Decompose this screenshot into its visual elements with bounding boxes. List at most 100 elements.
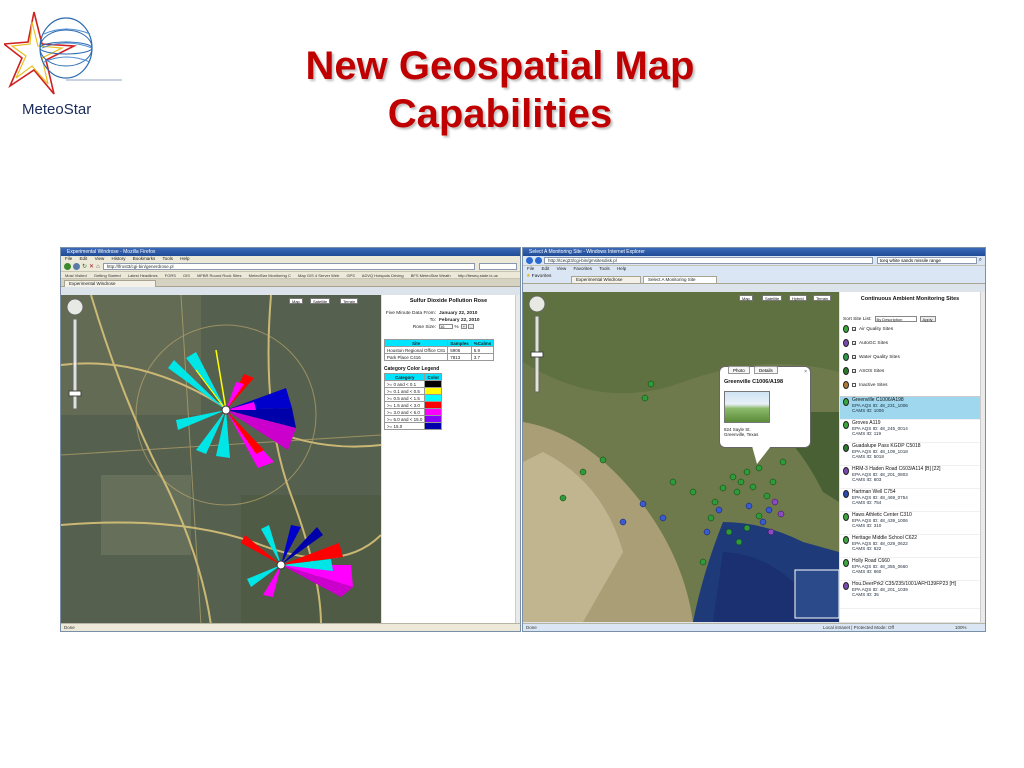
rose-size-input[interactable]: 16 bbox=[439, 324, 453, 330]
filter-water-quality[interactable]: ✓ Water Quality Sites bbox=[840, 350, 980, 364]
popup-address: 824 Sayle St. Greenville, Texas bbox=[724, 427, 758, 437]
menu-item[interactable]: History bbox=[112, 256, 126, 261]
map-type-satellite-button[interactable]: Satellite bbox=[762, 295, 783, 301]
back-icon[interactable] bbox=[64, 263, 71, 270]
menu-item[interactable]: File bbox=[527, 266, 534, 271]
tab-experimental-windrose[interactable]: Experimental Windrose bbox=[571, 276, 641, 283]
vertical-scrollbar[interactable] bbox=[515, 295, 520, 625]
map-type-terrain-button[interactable]: Terrain bbox=[813, 295, 832, 301]
pollution-rose-map[interactable]: Map Satellite Terrain bbox=[61, 295, 381, 625]
from-value[interactable]: January 22, 2010 bbox=[439, 311, 477, 316]
forward-icon[interactable] bbox=[535, 257, 542, 264]
to-value[interactable]: February 22, 2010 bbox=[439, 318, 480, 323]
bookmark-item[interactable]: GPS bbox=[346, 273, 354, 278]
bookmark-item[interactable]: FORS bbox=[165, 273, 176, 278]
checkbox-checked-icon[interactable]: ✓ bbox=[852, 327, 856, 332]
forward-icon[interactable] bbox=[73, 263, 80, 270]
site-pin-icon bbox=[843, 490, 849, 498]
bookmark-item[interactable]: MeteoStar Monitoring C bbox=[249, 273, 291, 278]
rose-size-minus-button[interactable]: - bbox=[467, 324, 474, 330]
map-type-terrain-button[interactable]: Terrain bbox=[340, 298, 359, 304]
url-bar[interactable]: http://tceq23/cgi-bin/gmsitesdisk.pl bbox=[544, 257, 873, 264]
firefox-tabstrip: Experimental Windrose bbox=[61, 279, 520, 287]
list-item[interactable]: Haws Athletic Center C310 EPA AQS ID: 48_… bbox=[840, 512, 980, 535]
bookmark-item[interactable]: Latest Headlines bbox=[128, 273, 158, 278]
site-cams-id: CAMS ID: 754 bbox=[852, 500, 882, 505]
menu-item[interactable]: Edit bbox=[80, 256, 88, 261]
popup-tail bbox=[752, 446, 771, 464]
search-icon[interactable]: ⌕ bbox=[979, 257, 982, 264]
rose-size-plus-button[interactable]: + bbox=[460, 324, 467, 330]
bookmark-item[interactable]: GIS bbox=[183, 273, 190, 278]
menu-item[interactable]: Favorites bbox=[574, 266, 593, 271]
reload-icon[interactable]: ↻ bbox=[82, 263, 87, 270]
inactive-pin-icon bbox=[843, 381, 849, 389]
menu-item[interactable]: Tools bbox=[162, 256, 173, 261]
ie-titlebar: Select A Monitoring Site - Windows Inter… bbox=[523, 248, 985, 256]
checkbox-checked-icon[interactable]: ✓ bbox=[852, 369, 856, 374]
menu-item[interactable]: Help bbox=[180, 256, 189, 261]
menu-item[interactable]: Edit bbox=[542, 266, 550, 271]
popup-tab-details[interactable]: Details bbox=[754, 366, 778, 374]
table-cell: 3.7 bbox=[470, 353, 495, 361]
menu-item[interactable]: Tools bbox=[599, 266, 610, 271]
list-item[interactable]: Groves A119 EPA AQS ID: 48_245_0014 CAMS I… bbox=[840, 420, 980, 443]
favorites-button[interactable]: ★ Favorites bbox=[526, 274, 551, 279]
firefox-navbar: ↻ ✕ ⌂ http://lfrost3/cgi-bin/generdrose.… bbox=[61, 262, 520, 272]
back-icon[interactable] bbox=[526, 257, 533, 264]
site-cams-id: CAMS ID: 35 bbox=[852, 592, 879, 597]
zoom-level[interactable]: 100% bbox=[955, 624, 967, 631]
legend-swatch bbox=[424, 401, 443, 409]
bookmark-item[interactable]: Getting Started bbox=[94, 273, 121, 278]
close-icon[interactable]: × bbox=[804, 369, 807, 375]
map-type-map-button[interactable]: Map bbox=[739, 295, 753, 301]
bookmark-item[interactable]: Most Visited bbox=[65, 273, 87, 278]
bookmark-item[interactable]: Map GIS 4 Server Web bbox=[298, 273, 339, 278]
menu-item[interactable]: File bbox=[65, 256, 72, 261]
filter-inactive[interactable]: Inactive Sites bbox=[840, 378, 980, 392]
list-item[interactable]: Heritage Middle School C622 EPA AQS ID: 4… bbox=[840, 535, 980, 558]
search-input[interactable] bbox=[479, 263, 517, 270]
list-item[interactable]: Holly Road C660 EPA AQS ID: 48_355_0660 CA… bbox=[840, 558, 980, 581]
list-item[interactable]: HRM-3 Haden Road C603/A114 [B] [22] EPA A… bbox=[840, 466, 980, 489]
menu-item[interactable]: Help bbox=[617, 266, 626, 271]
apply-button[interactable]: Apply bbox=[919, 316, 936, 322]
filter-asos[interactable]: ✓ ASOS Sites bbox=[840, 364, 980, 378]
legend-header: Category bbox=[383, 373, 426, 381]
vertical-scrollbar[interactable] bbox=[980, 292, 985, 622]
map-type-map-button[interactable]: Map bbox=[289, 298, 303, 304]
list-item[interactable]: Guadalupe Pass KGDP C5018 EPA AQS ID: 48_… bbox=[840, 443, 980, 466]
bookmark-item[interactable]: ADVQ Hotspots Driving bbox=[362, 273, 404, 278]
search-input[interactable]: tceq white sands missile range bbox=[876, 257, 977, 264]
checkbox-unchecked-icon[interactable] bbox=[852, 383, 856, 387]
list-item[interactable]: Greenville C1006/A198 EPA AQS ID: 48_231_… bbox=[840, 397, 980, 420]
legend-label: >= 1.5 and < 3.0 bbox=[383, 401, 426, 409]
popup-tab-photo[interactable]: Photo bbox=[728, 366, 750, 374]
tab-select-monitoring-site[interactable]: Select A Monitoring Site bbox=[643, 276, 717, 283]
stop-icon[interactable]: ✕ bbox=[89, 263, 94, 270]
map-type-hybrid-button[interactable]: Hybrid bbox=[789, 295, 807, 301]
list-item[interactable]: Hou.DeerPrk2 C35/235/1001/AFH139FP23 [H]… bbox=[840, 581, 980, 609]
table-cell: Houston Regional Office C81 bbox=[383, 346, 449, 354]
url-bar[interactable]: http://lfrost3/cgi-bin/generdrose.pl bbox=[102, 263, 475, 270]
bookmark-item[interactable]: BFS MeteoStar Weath bbox=[411, 273, 451, 278]
menu-item[interactable]: View bbox=[95, 256, 105, 261]
checkbox-checked-icon[interactable]: ✓ bbox=[852, 355, 856, 360]
bookmark-item[interactable]: MFBR Round Rock Sites bbox=[197, 273, 241, 278]
map-type-satellite-button[interactable]: Satellite bbox=[310, 298, 331, 304]
tab-experimental-windrose[interactable]: Experimental Windrose bbox=[64, 280, 156, 287]
monitoring-sites-map[interactable]: Map Satellite Hybrid Terrain Photo Detai… bbox=[523, 292, 839, 622]
menu-item[interactable]: View bbox=[557, 266, 567, 271]
filter-air-quality[interactable]: ✓ Air Quality Sites bbox=[840, 322, 980, 336]
bookmark-item[interactable]: http://lteseq.state.tx.us bbox=[458, 273, 498, 278]
sort-select[interactable]: By Description bbox=[874, 316, 917, 322]
table-cell: 7813 bbox=[447, 353, 472, 361]
menu-item[interactable]: Bookmarks bbox=[133, 256, 156, 261]
table-row: Houston Regional Office C81 5906 5.9 bbox=[383, 346, 495, 354]
list-item[interactable]: Hartman Well C754 EPA AQS ID: 48_469_0754… bbox=[840, 489, 980, 512]
checkbox-checked-icon[interactable]: ✓ bbox=[852, 341, 856, 346]
filter-autogc[interactable]: ✓ AutoGC Sites bbox=[840, 336, 980, 350]
title-line-1: New Geospatial Map bbox=[305, 44, 695, 88]
home-icon[interactable]: ⌂ bbox=[96, 264, 100, 270]
site-cams-id: CAMS ID: 660 bbox=[852, 569, 882, 574]
